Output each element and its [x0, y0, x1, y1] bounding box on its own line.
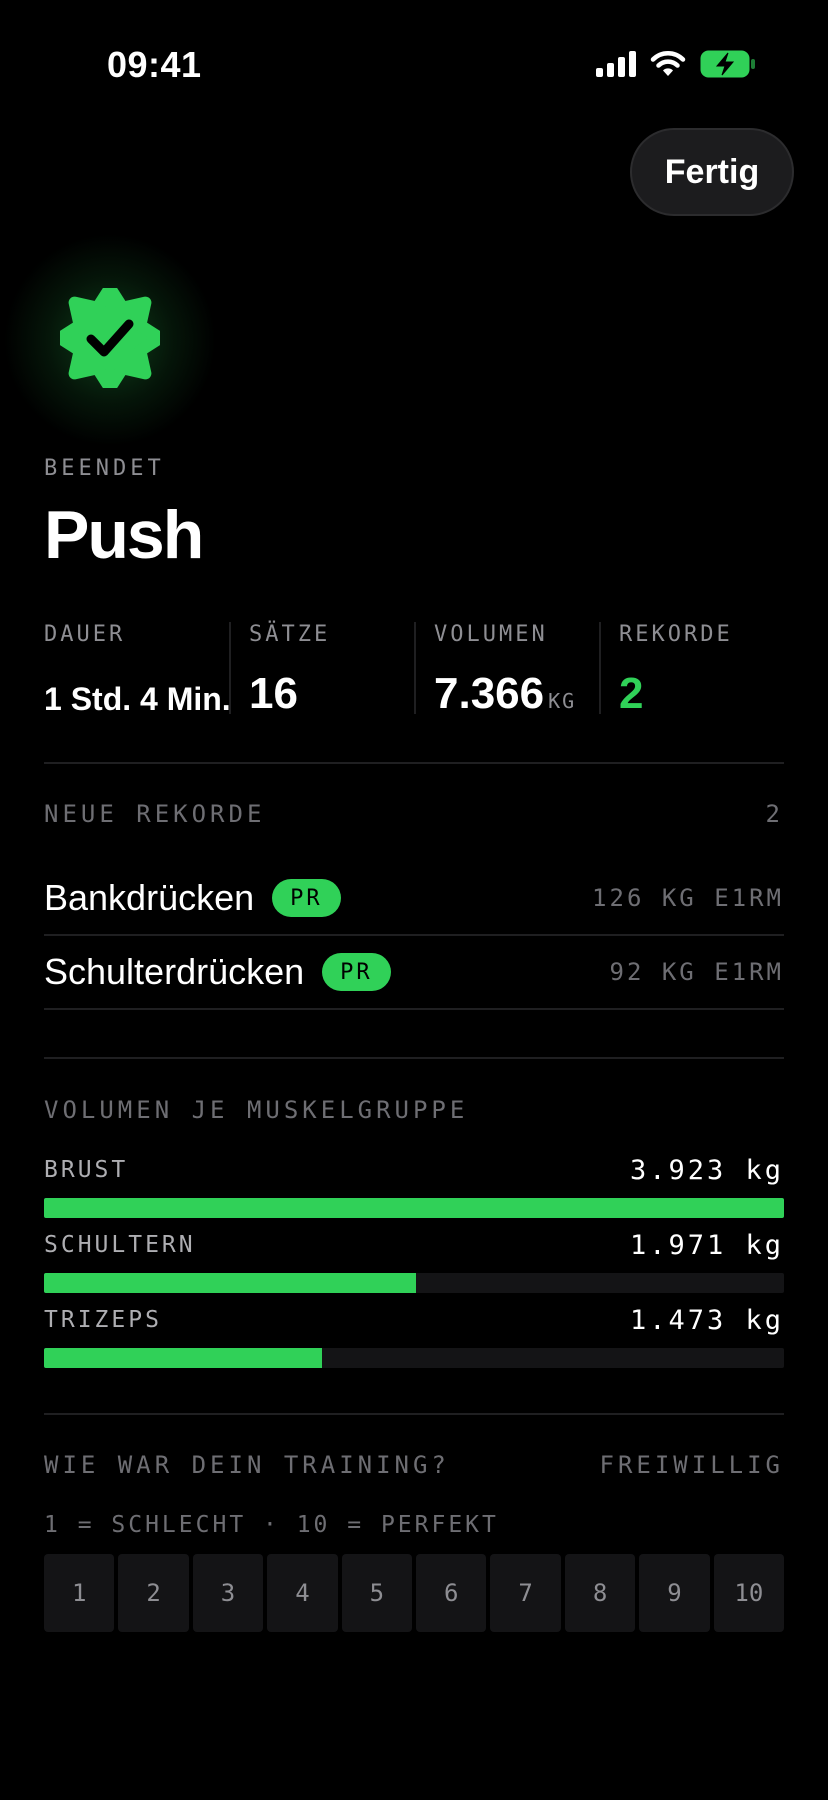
volume-unit: KG — [548, 689, 577, 713]
completed-badge — [0, 230, 220, 450]
volume-bar-fill — [44, 1348, 322, 1368]
pr-badge: PR — [272, 879, 341, 917]
stat-volume: VOLUMEN 7.366 KG — [414, 622, 599, 718]
done-button[interactable]: Fertig — [630, 128, 794, 216]
rating-option[interactable]: 3 — [192, 1554, 264, 1632]
muscle-group-label: BRUST — [44, 1157, 129, 1183]
stats-row: DAUER 1 Std. 4 Min. SÄTZE 16 VOLUMEN 7.3… — [44, 622, 784, 718]
record-row[interactable]: Bankdrücken PR 126 KG E1RM — [44, 862, 784, 936]
battery-charging-icon — [700, 50, 755, 78]
volume-bar-fill — [44, 1198, 784, 1218]
stat-label: VOLUMEN — [434, 622, 548, 647]
volume-bar-track — [44, 1198, 784, 1218]
record-row[interactable]: Schulterdrücken PR 92 KG E1RM — [44, 936, 784, 1010]
divider — [44, 762, 784, 764]
rating-title: WIE WAR DEIN TRAINING? — [44, 1451, 450, 1479]
pr-badge: PR — [322, 953, 391, 991]
rating-option[interactable]: 9 — [639, 1554, 710, 1632]
new-records-count: 2 — [765, 800, 784, 828]
stat-value: 2 — [619, 669, 644, 718]
stat-value: 16 — [249, 669, 298, 718]
checkmark-seal-icon — [60, 288, 160, 388]
stat-records: REKORDE 2 — [599, 622, 784, 718]
record-exercise-name: Bankdrücken — [44, 877, 255, 918]
rating-option[interactable]: 6 — [416, 1554, 487, 1632]
muscle-group-label: TRIZEPS — [44, 1307, 162, 1333]
stat-sets: SÄTZE 16 — [229, 622, 414, 718]
stat-label: SÄTZE — [249, 622, 331, 647]
divider — [44, 1413, 784, 1415]
volume-number: 7.366 — [434, 669, 545, 718]
rating-option[interactable]: 10 — [713, 1554, 785, 1632]
muscle-group-row: BRUST 3.923 kg — [44, 1154, 784, 1218]
muscle-group-value: 1.971 kg — [629, 1229, 784, 1261]
workout-title: Push — [44, 497, 204, 573]
new-records-title: NEUE REKORDE — [44, 800, 266, 828]
muscle-volume-title: VOLUMEN JE MUSKELGRUPPE — [44, 1096, 469, 1124]
rating-scale: 1 2 3 4 5 6 7 8 9 10 — [44, 1554, 785, 1632]
record-value: 126 KG E1RM — [592, 884, 784, 912]
rating-option[interactable]: 1 — [44, 1554, 115, 1632]
volume-bar-track — [44, 1273, 784, 1293]
record-exercise-name: Schulterdrücken — [44, 951, 305, 992]
volume-bar-fill — [44, 1273, 416, 1293]
muscle-group-label: SCHULTERN — [44, 1232, 196, 1258]
rating-hint: 1 = SCHLECHT · 10 = PERFEKT — [44, 1512, 499, 1538]
record-value: 92 KG E1RM — [609, 958, 784, 986]
muscle-group-value: 3.923 kg — [629, 1154, 784, 1186]
workout-status: BEENDET — [44, 456, 165, 481]
divider — [44, 1057, 784, 1059]
rating-optional-label: FREIWILLIG — [599, 1451, 784, 1479]
stat-label: REKORDE — [619, 622, 733, 647]
stat-value: 7.366 KG — [434, 669, 599, 719]
muscle-group-row: TRIZEPS 1.473 kg — [44, 1304, 784, 1368]
rating-option[interactable]: 4 — [267, 1554, 338, 1632]
volume-bar-track — [44, 1348, 784, 1368]
muscle-group-row: SCHULTERN 1.971 kg — [44, 1229, 784, 1293]
muscle-group-value: 1.473 kg — [629, 1304, 784, 1336]
status-icons — [596, 50, 756, 78]
stat-value: 1 Std. 4 Min. — [44, 681, 231, 717]
rating-option[interactable]: 5 — [341, 1554, 413, 1632]
cellular-signal-icon — [596, 51, 636, 77]
status-time: 09:41 — [107, 44, 202, 85]
rating-option[interactable]: 7 — [490, 1554, 561, 1632]
rating-option[interactable]: 2 — [118, 1554, 189, 1632]
stat-label: DAUER — [44, 622, 126, 647]
rating-option[interactable]: 8 — [564, 1554, 636, 1632]
wifi-icon — [650, 51, 686, 76]
stat-duration: DAUER 1 Std. 4 Min. — [44, 622, 231, 717]
